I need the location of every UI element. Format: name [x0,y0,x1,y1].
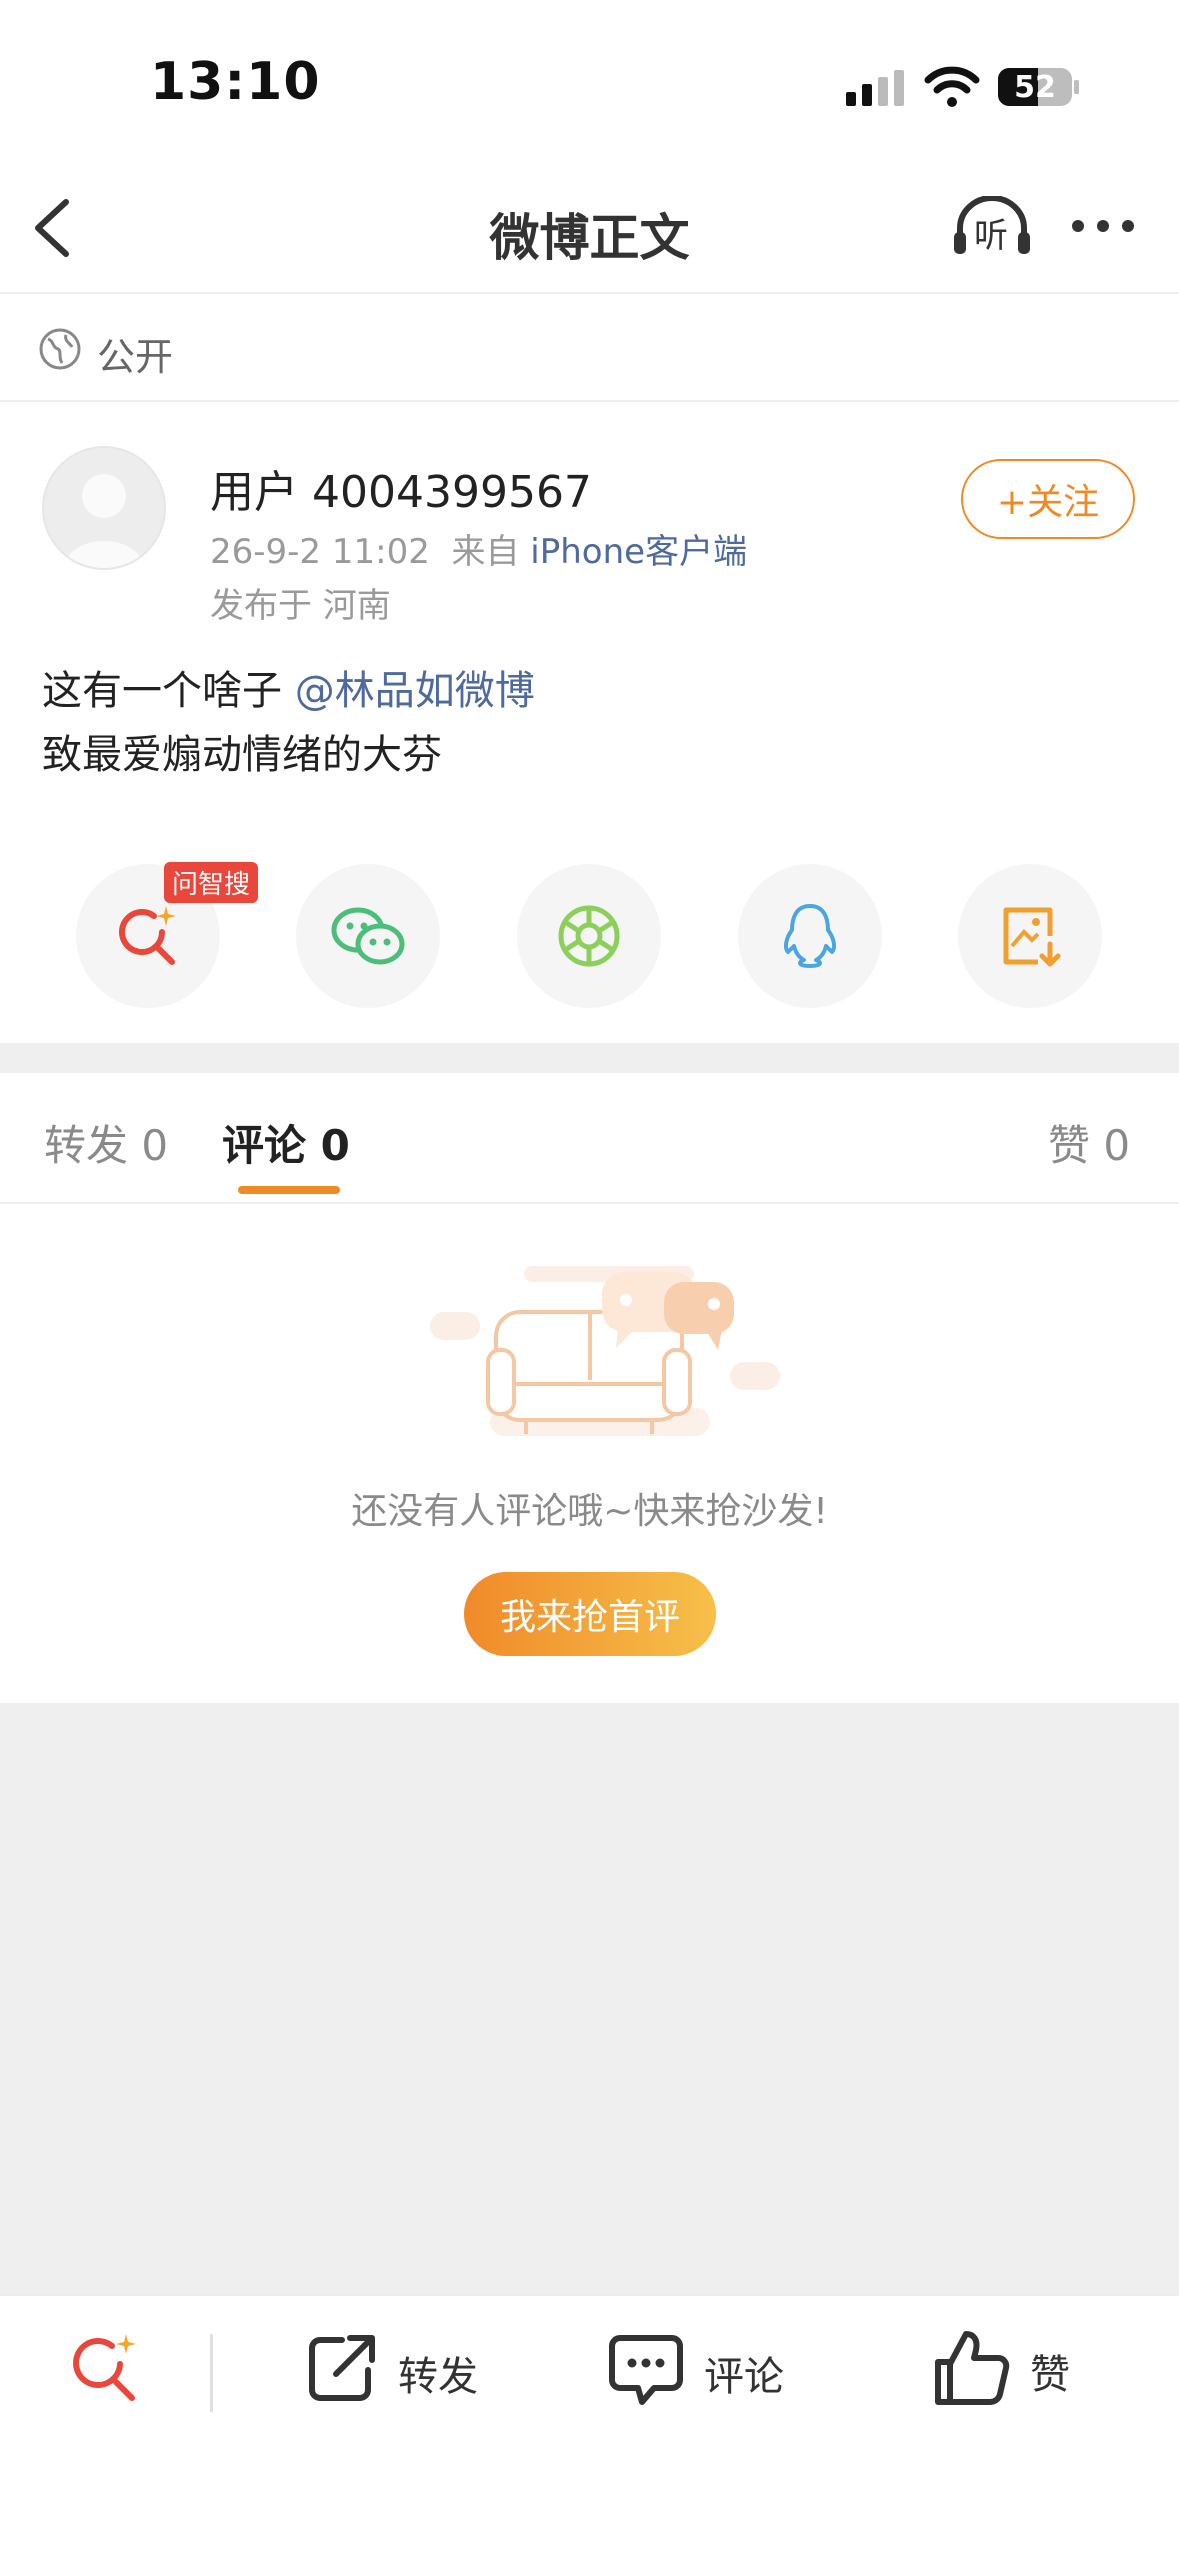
tab-like-count: 0 [1103,1121,1131,1170]
tab-like[interactable]: 赞 0 [1048,1112,1130,1173]
post-location: 发布于 河南 [210,586,391,626]
ai-search-icon[interactable] [68,2330,144,2406]
listen-label: 听 [974,216,1008,256]
visibility-divider [0,400,1179,402]
post-time: 26-9-2 11:02 [210,532,430,572]
tab-like-label: 赞 [1048,1121,1091,1170]
tab-comment-label: 评论 [222,1121,307,1170]
follow-button[interactable]: +关注 [961,459,1135,539]
battery-level: 52 [1014,69,1056,105]
repost-icon [309,2335,375,2401]
tab-repost-count: 0 [141,1121,169,1170]
tab-repost-label: 转发 [44,1121,129,1170]
empty-state-text: 还没有人评论哦~快来抢沙发! [351,1491,828,1532]
empty-sofa-illustration [430,1266,780,1436]
like-button[interactable]: 赞 [932,2326,1132,2410]
first-comment-button[interactable]: 我来抢首评 [464,1572,716,1656]
more-icon[interactable] [1070,218,1136,234]
wifi-icon [924,66,980,107]
post-text-line2: 致最爱煽动情绪的大芬 [42,732,442,778]
battery-icon: 52 [998,66,1080,108]
source-prefix: 来自 [451,532,520,572]
visibility-label: 公开 [97,335,174,379]
ai-search-badge: 问智搜 [164,862,259,903]
post-text-prefix: 这有一个啥子 [42,668,282,714]
active-tab-indicator [238,1186,340,1194]
empty-content-area [0,1703,1179,2295]
share-qq-button[interactable] [738,864,882,1008]
comment-button[interactable]: 评论 [604,2326,834,2410]
repost-label: 转发 [398,2354,478,2400]
avatar[interactable] [42,446,166,570]
post-source-link[interactable]: iPhone客户端 [530,532,747,572]
bottom-bar-separator [210,2334,213,2412]
cellular-signal-icon [846,70,904,106]
save-image-button[interactable] [958,864,1102,1008]
post-text-line1: 这有一个啥子 @林品如微博 [42,658,535,716]
tabs-divider [0,1202,1179,1204]
qq-icon [783,904,837,968]
post-meta: 26-9-2 11:02 来自 iPhone客户端 [210,524,747,573]
comment-icon [609,2335,683,2405]
share-moments-button[interactable] [517,864,661,1008]
share-wechat-button[interactable] [296,864,440,1008]
author-name[interactable]: 用户 4004399567 [210,456,592,520]
repost-button[interactable]: 转发 [300,2326,530,2410]
comment-label: 评论 [704,2354,784,2400]
tab-comment[interactable]: 评论 0 [222,1112,350,1173]
tab-repost[interactable]: 转发 0 [44,1112,168,1173]
moments-icon [558,905,620,967]
like-label: 赞 [1030,2352,1070,2398]
listen-button[interactable]: 听 [950,196,1034,256]
default-avatar-icon [64,474,144,568]
thumbs-up-icon [935,2331,1010,2405]
status-time: 13:10 [150,52,321,112]
save-image-icon [1003,907,1061,967]
tab-comment-count: 0 [320,1121,350,1170]
mention-link[interactable]: @林品如微博 [295,668,535,714]
section-separator [0,1043,1179,1073]
ai-search-icon [119,906,176,965]
header-divider [0,292,1179,294]
globe-icon [39,328,81,370]
wechat-icon [331,907,405,965]
bottom-bar-divider [0,2294,1179,2296]
